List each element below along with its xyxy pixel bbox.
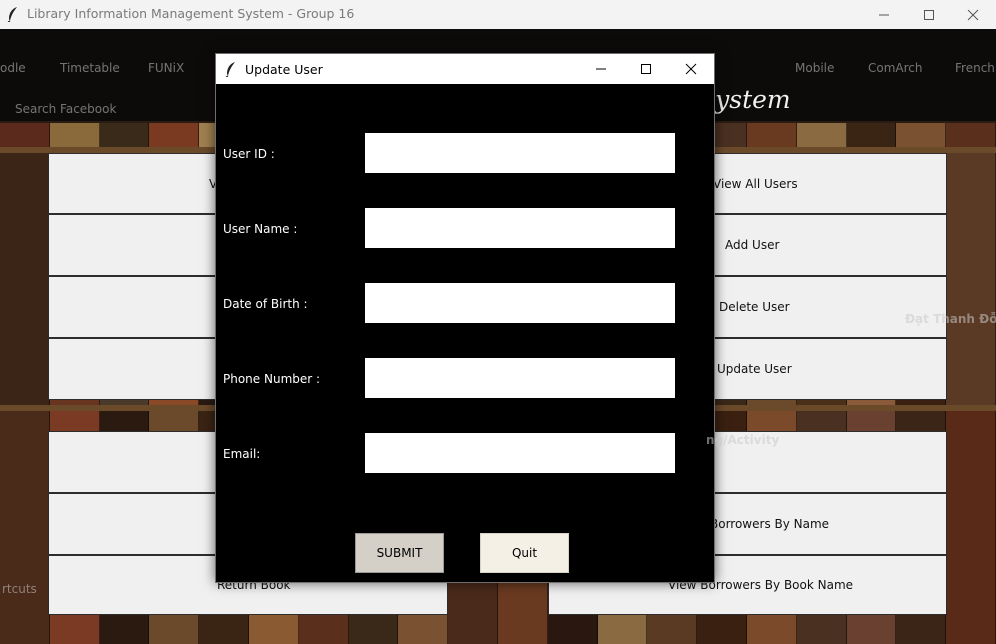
ghost-text: rtcuts	[2, 582, 37, 596]
ghost-text: FUNiX	[148, 61, 185, 75]
dialog-minimize-button[interactable]	[578, 54, 624, 84]
close-button[interactable]	[950, 0, 996, 29]
minimize-button[interactable]	[861, 0, 907, 29]
phone-number-field[interactable]	[365, 358, 675, 398]
ghost-text: ng/Activity	[706, 433, 780, 447]
user-id-label: User ID :	[223, 147, 275, 161]
close-icon	[967, 9, 979, 20]
ghost-text: Timetable	[60, 61, 120, 75]
dialog-titlebar[interactable]: Update User	[216, 54, 714, 84]
email-field[interactable]	[365, 433, 675, 473]
feather-icon	[7, 6, 19, 26]
ghost-text: Mobile	[795, 61, 835, 75]
date-of-birth-field[interactable]	[365, 283, 675, 323]
dialog-title: Update User	[245, 62, 323, 77]
email-label: Email:	[223, 447, 261, 461]
minimize-icon	[879, 14, 889, 15]
update-user-dialog: Update User User ID : User Name : Date o…	[215, 53, 715, 583]
user-id-field[interactable]	[365, 133, 675, 173]
main-window-title: Library Information Management System - …	[27, 6, 355, 21]
ghost-text: Đạt Thanh Đỗ	[905, 312, 996, 326]
ghost-text: Search Facebook	[15, 102, 117, 116]
close-icon	[685, 63, 697, 75]
phone-number-label: Phone Number :	[223, 372, 321, 386]
dialog-maximize-button[interactable]	[623, 54, 669, 84]
main-window-titlebar[interactable]: Library Information Management System - …	[0, 0, 996, 30]
ghost-text: odle	[0, 61, 26, 75]
submit-button[interactable]: SUBMIT	[355, 533, 444, 573]
maximize-icon	[641, 64, 651, 74]
dialog-close-button[interactable]	[668, 54, 714, 84]
maximize-icon	[924, 9, 934, 20]
maximize-button[interactable]	[906, 0, 952, 29]
ghost-text: ComArch	[868, 61, 923, 75]
user-name-field[interactable]	[365, 208, 675, 248]
quit-button[interactable]: Quit	[480, 533, 569, 573]
minimize-icon	[596, 68, 606, 70]
ghost-text: French	[955, 61, 995, 75]
feather-icon	[225, 61, 237, 81]
date-of-birth-label: Date of Birth :	[223, 297, 308, 311]
user-name-label: User Name :	[223, 222, 298, 236]
